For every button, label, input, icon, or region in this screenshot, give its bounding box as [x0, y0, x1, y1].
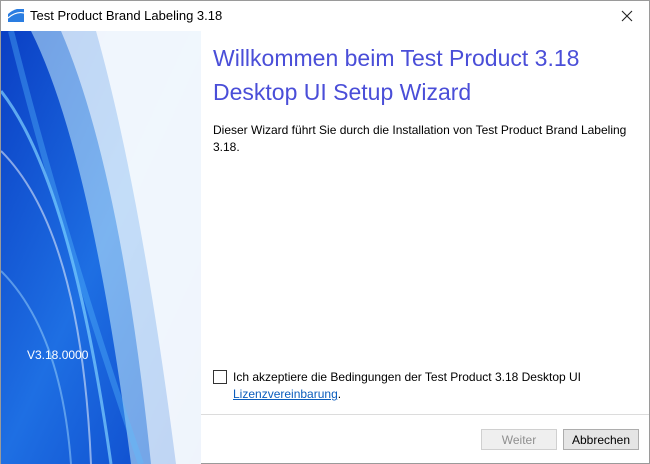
title-bar[interactable]: Test Product Brand Labeling 3.18: [1, 1, 649, 31]
accept-license-label[interactable]: Ich akzeptiere die Bedingungen der Test …: [233, 369, 633, 386]
version-label: V3.18.0000: [27, 348, 89, 362]
license-agreement-link[interactable]: Lizenzvereinbarung: [233, 387, 338, 401]
close-button[interactable]: [605, 1, 649, 31]
close-icon: [621, 10, 633, 22]
footer-divider: [201, 414, 649, 415]
banner-wave-graphic: [1, 31, 201, 464]
accept-license-checkbox[interactable]: [213, 370, 227, 384]
license-link-line: Lizenzvereinbarung.: [233, 386, 341, 403]
link-suffix: .: [337, 387, 342, 401]
intro-text: Dieser Wizard führt Sie durch die Instal…: [213, 123, 627, 154]
setup-wizard-window: Test Product Brand Labeling 3.18 V3.18.0…: [0, 0, 650, 464]
installer-icon: [7, 8, 25, 22]
window-title: Test Product Brand Labeling 3.18: [30, 8, 223, 23]
next-button[interactable]: Weiter: [481, 429, 557, 450]
side-banner: V3.18.0000: [1, 31, 201, 464]
cancel-button[interactable]: Abbrechen: [563, 429, 639, 450]
welcome-heading: Willkommen beim Test Product 3.18 Deskto…: [213, 45, 580, 105]
